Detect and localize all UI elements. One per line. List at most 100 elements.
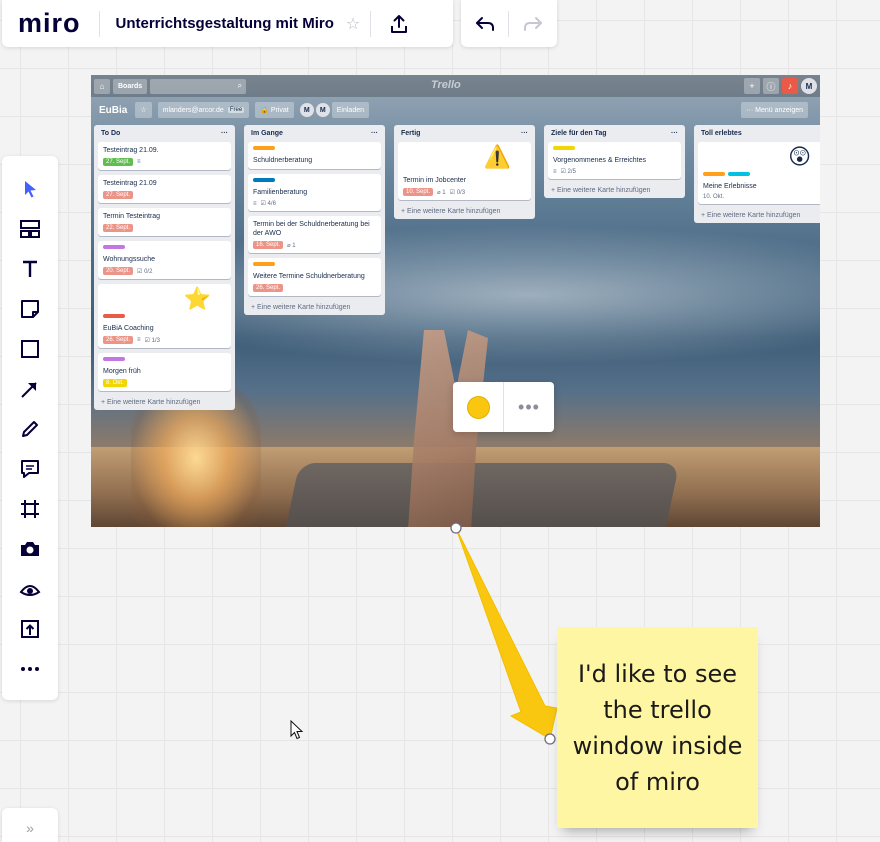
tool-upload[interactable] — [2, 609, 58, 649]
trello-team: mlanders@arcor.de Free — [157, 102, 250, 118]
more-dots-icon: ··· — [671, 130, 678, 137]
board-header: miro Unterrichtsgestaltung mit Miro ☆ — [2, 0, 453, 47]
card-label — [103, 245, 125, 249]
invite-button: Einladen — [331, 102, 369, 118]
tool-sticky-note[interactable] — [2, 289, 58, 329]
due-date-badge: 8. Okt. — [103, 379, 127, 387]
tool-connection-line[interactable] — [2, 369, 58, 409]
tool-shape[interactable] — [2, 329, 58, 369]
card-label — [703, 172, 725, 176]
trello-card: Familienberatung ≡ ☑ 4/6 — [248, 174, 381, 211]
trello-card-title: Schuldnerberatung — [253, 157, 313, 164]
card-label — [253, 178, 275, 182]
left-toolbar — [2, 156, 58, 700]
trello-screenshot-image[interactable]: ⌂ Boards ⌕ Trello + ⓘ ♪ M EuBia ☆ mlande… — [91, 75, 820, 527]
trello-card-title: Termin Testeintrag — [103, 213, 161, 220]
card-badge: ≡ — [137, 337, 141, 343]
miro-logo[interactable]: miro — [2, 8, 99, 39]
card-badge: ☑ 0/3 — [449, 189, 466, 196]
context-toolbar: ••• — [453, 382, 554, 432]
trello-list-header: Im Gange ··· — [248, 125, 381, 142]
add-card-link: + Eine weitere Karte hinzufügen — [701, 212, 801, 219]
trello-list-title: Fertig — [401, 130, 421, 137]
card-badge: ☑ 0/2 — [137, 268, 153, 275]
redo-icon — [523, 16, 542, 31]
more-options-button[interactable]: ••• — [504, 382, 554, 432]
undo-button[interactable] — [461, 0, 508, 47]
cursor-arrow-icon — [25, 181, 36, 198]
trello-card-title: Termin im Jobcenter — [403, 177, 467, 184]
trello-card-meta: 27. Sept. — [103, 191, 226, 199]
trello-card-meta: 16. Sept. ⌀ 1 — [253, 241, 376, 249]
trello-card-meta: ≡ ☑ 2/5 — [553, 168, 676, 176]
trello-list-header: To Do ··· — [98, 125, 231, 142]
trello-card-meta: 20. Sept. ☑ 0/2 — [103, 267, 226, 275]
tool-more[interactable] — [2, 649, 58, 689]
tool-capture[interactable] — [2, 529, 58, 569]
trello-card-meta: 26. Sept. ≡ ☑ 1/3 — [103, 336, 226, 344]
due-date-badge: 27. Sept. — [103, 191, 134, 199]
trello-card: Vorgenommenes & Erreichtes ≡ ☑ 2/5 — [548, 142, 681, 179]
trello-list: Ziele für den Tag ··· Vorgenommenes & Erre… — [544, 125, 685, 198]
card-badge: ☑ 4/6 — [260, 201, 276, 207]
card-label — [103, 314, 125, 318]
card-label — [253, 146, 275, 150]
visibility-label: Privat — [270, 106, 289, 114]
info-icon: ⓘ — [763, 78, 779, 94]
trello-list: Toll erlebtes··· 😲 Meine Erlebnisse 10. Okt… — [694, 125, 820, 223]
eye-icon — [19, 585, 41, 596]
trello-card-title: Vorgenommenes & Erreichtes — [553, 157, 646, 164]
trello-card-title: Wohnungssuche — [103, 256, 156, 263]
tool-select[interactable] — [2, 169, 58, 209]
trello-card: Testeintrag 21.09. 27. Sept. ≡ — [98, 142, 231, 170]
card-label — [103, 357, 125, 361]
board-title[interactable]: Unterrichtsgestaltung mit Miro — [100, 15, 344, 32]
member-avatar: M — [315, 103, 330, 117]
tool-emoji[interactable] — [2, 569, 58, 609]
tool-pen[interactable] — [2, 409, 58, 449]
trello-card: Termin bei der Schuldnerberatung bei der… — [248, 216, 381, 253]
trello-card-title: Morgen früh — [103, 368, 141, 375]
member-avatar: M — [299, 103, 314, 117]
due-date-badge: 10. Sept. — [403, 188, 434, 196]
sticky-note[interactable]: I'd like to see the trello window inside… — [557, 627, 758, 828]
card-badge: ☑ 2/5 — [560, 169, 576, 175]
plus-icon: + — [744, 78, 760, 94]
background-lounger — [282, 463, 680, 527]
star-outline-icon[interactable]: ☆ — [344, 14, 370, 34]
trello-card: ⚠️ Termin im Jobcenter 10. Sept. ⌀ 1 ☑ 0/3 — [398, 142, 531, 200]
tool-text[interactable] — [2, 249, 58, 289]
trello-list: Im Gange ··· Schuldnerberatung Familienbera… — [244, 125, 385, 315]
tool-templates[interactable] — [2, 209, 58, 249]
star-outline-icon: ☆ — [135, 102, 152, 118]
arrow-line-icon — [21, 382, 37, 398]
visibility-button: 🔒 Privat — [255, 102, 294, 118]
trello-card-title: Meine Erlebnisse — [703, 183, 757, 190]
connector-line — [455, 527, 558, 740]
due-date-badge: 26. Sept. — [103, 336, 134, 344]
card-label — [253, 262, 275, 266]
trello-card: Termin Testeintrag 22. Sept. — [98, 208, 231, 236]
upload-icon — [21, 620, 39, 638]
boards-label: Boards — [118, 82, 143, 90]
share-button[interactable] — [371, 0, 427, 47]
card-badge: ≡ — [253, 200, 257, 207]
trello-card-title: EuBiA Coaching — [103, 325, 154, 332]
card-sticker: ⭐ — [183, 286, 211, 311]
expand-toolbar-button[interactable]: » — [2, 808, 58, 842]
trello-list-header: Fertig ··· — [398, 125, 531, 142]
team-email: mlanders@arcor.de — [162, 106, 224, 114]
add-card-link: + Eine weitere Karte hinzufügen — [401, 208, 501, 215]
tool-frame[interactable] — [2, 489, 58, 529]
tool-comment[interactable] — [2, 449, 58, 489]
trello-list: To Do ··· Testeintrag 21.09. 27. Sept. ≡ Test… — [94, 125, 235, 410]
trello-list-header: Toll erlebtes··· — [698, 125, 820, 142]
due-date-badge: 10. Okt. — [703, 194, 725, 200]
color-picker-button[interactable] — [453, 382, 503, 432]
trello-boards-button: Boards — [113, 78, 148, 94]
square-icon — [21, 340, 39, 358]
redo-button[interactable] — [509, 0, 556, 47]
trello-card-title: Weitere Termine Schuldnerberatung — [253, 273, 365, 280]
card-sticker: ⚠️ — [483, 144, 511, 169]
plan-badge: Free — [227, 107, 245, 113]
